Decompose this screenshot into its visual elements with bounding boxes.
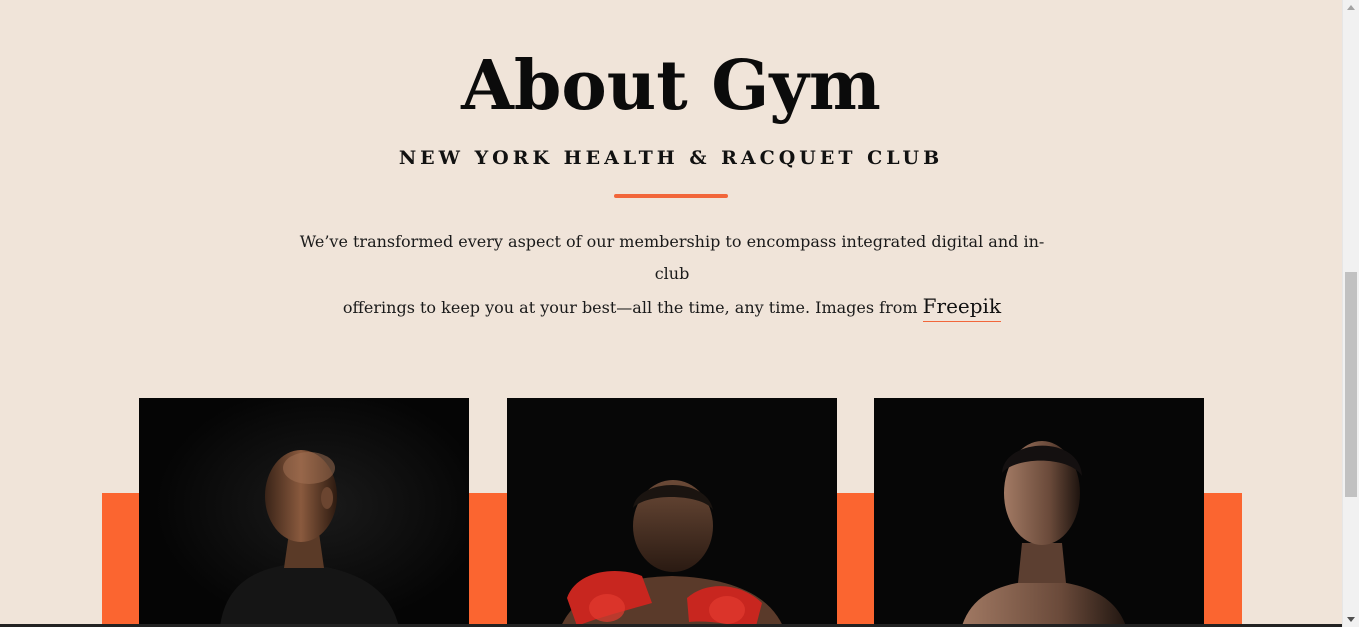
- gallery-image-1: [139, 398, 469, 627]
- accent-divider: [614, 194, 728, 198]
- scroll-up-icon[interactable]: [1347, 5, 1355, 10]
- photo-icon: [139, 398, 469, 627]
- scroll-down-icon[interactable]: [1347, 617, 1355, 622]
- photo-icon: [874, 398, 1204, 627]
- freepik-link[interactable]: Freepik: [922, 294, 1002, 322]
- section-title: About Gym: [461, 46, 881, 126]
- description-line-1: We’ve transformed every aspect of our me…: [299, 232, 1045, 283]
- about-section: About Gym NEW YORK HEALTH & RACQUET CLUB…: [0, 0, 1342, 627]
- page-scrollbar[interactable]: [1342, 0, 1359, 627]
- section-subtitle: NEW YORK HEALTH & RACQUET CLUB: [398, 147, 944, 169]
- description-line-2: offerings to keep you at your best—all t…: [342, 298, 918, 317]
- photo-icon: [507, 398, 837, 627]
- section-description: We’ve transformed every aspect of our me…: [290, 226, 1054, 324]
- gallery-image-2: [507, 398, 837, 627]
- gallery-image-3: [874, 398, 1204, 627]
- scrollbar-thumb[interactable]: [1345, 272, 1357, 497]
